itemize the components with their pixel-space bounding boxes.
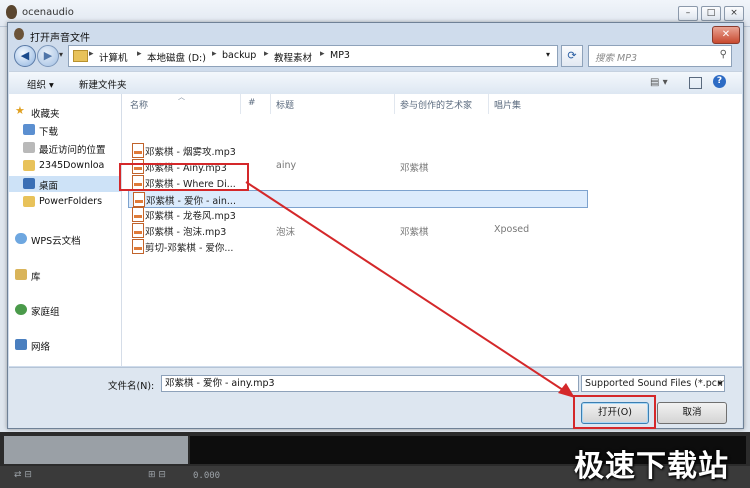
transport-controls-icon[interactable]: ⇄ ⊟ xyxy=(14,470,32,480)
watermark-logo: 极速下载站 xyxy=(574,449,729,484)
annotation-arrow xyxy=(245,181,575,398)
zoom-controls-icon[interactable]: ⊞ ⊟ xyxy=(148,470,166,480)
time-display: 0.000 xyxy=(193,471,221,481)
waveform-overview[interactable] xyxy=(4,436,188,464)
